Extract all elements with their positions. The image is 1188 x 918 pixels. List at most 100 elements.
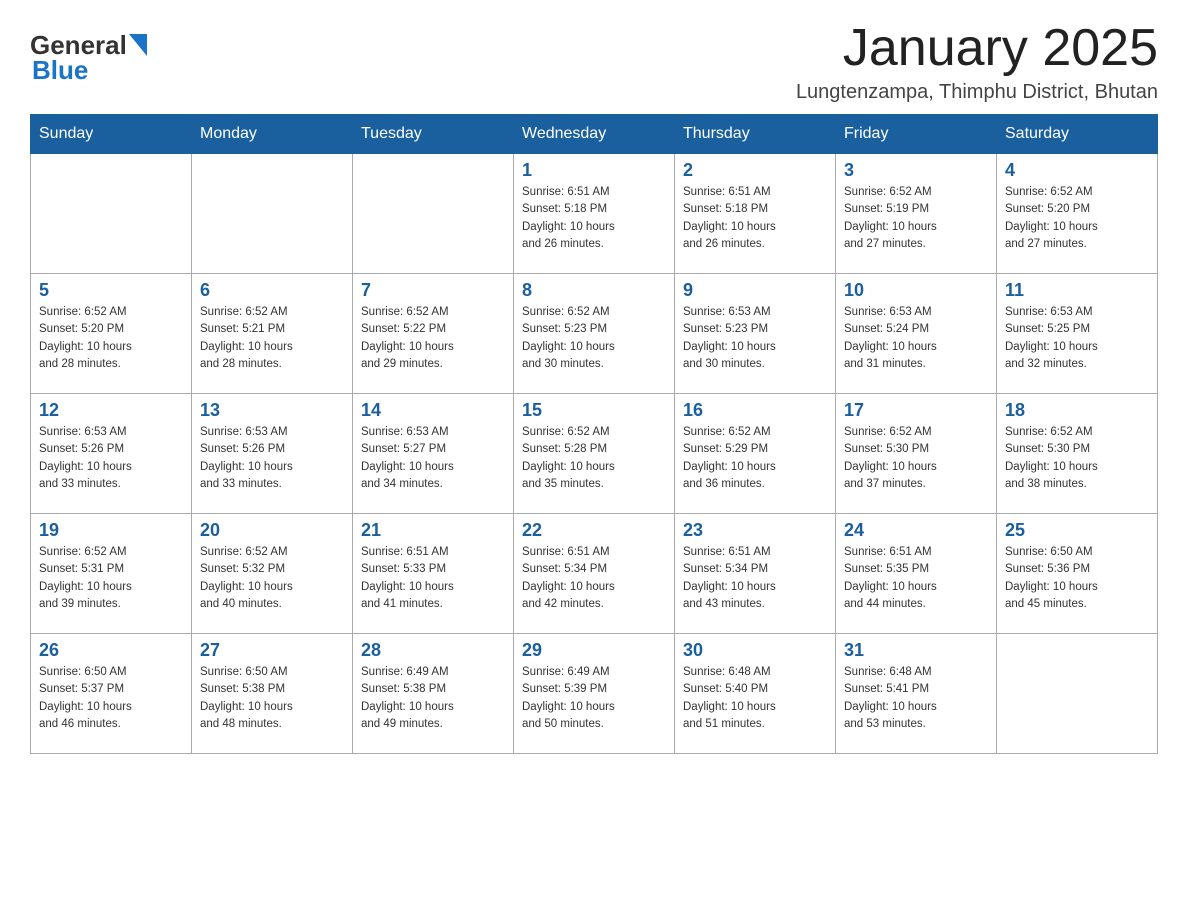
calendar-week-4: 19Sunrise: 6:52 AMSunset: 5:31 PMDayligh…: [31, 514, 1158, 634]
day-info: Sunrise: 6:53 AMSunset: 5:24 PMDaylight:…: [844, 304, 988, 373]
day-info: Sunrise: 6:51 AMSunset: 5:18 PMDaylight:…: [522, 184, 666, 253]
weekday-header-monday: Monday: [192, 115, 353, 154]
calendar-cell: 6Sunrise: 6:52 AMSunset: 5:21 PMDaylight…: [192, 274, 353, 394]
weekday-header-saturday: Saturday: [997, 115, 1158, 154]
calendar-week-2: 5 Sunrise: 6:52 AMSunset: 5:20 PMDaylight…: [31, 274, 1158, 394]
day-number: 3: [844, 160, 988, 181]
day-number: 22: [522, 520, 666, 541]
day-info: Sunrise: 6:52 AMSunset: 5:23 PMDaylight:…: [522, 304, 666, 373]
calendar-cell: [31, 154, 192, 274]
day-info: Sunrise: 6:52 AMSunset: 5:28 PMDaylight:…: [522, 424, 666, 493]
day-info: Sunrise: 6:48 AMSunset: 5:40 PMDaylight:…: [683, 664, 827, 733]
day-info: Sunrise: 6:51 AMSunset: 5:35 PMDaylight:…: [844, 544, 988, 613]
day-number: 18: [1005, 400, 1149, 421]
calendar-cell: 26 Sunrise: 6:50 AMSunset: 5:37 PMDayligh…: [31, 634, 192, 754]
calendar-cell: 9 Sunrise: 6:53 AMSunset: 5:23 PMDaylight…: [675, 274, 836, 394]
calendar-cell: [353, 154, 514, 274]
day-info: Sunrise: 6:51 AMSunset: 5:33 PMDaylight:…: [361, 544, 505, 613]
day-number: 16: [683, 400, 827, 421]
day-number: 30: [683, 640, 827, 661]
calendar-cell: 7 Sunrise: 6:52 AMSunset: 5:22 PMDaylight…: [353, 274, 514, 394]
logo: General Blue: [30, 30, 147, 86]
day-info: Sunrise: 6:49 AMSunset: 5:39 PMDaylight:…: [522, 664, 666, 733]
calendar-cell: 30 Sunrise: 6:48 AMSunset: 5:40 PMDayligh…: [675, 634, 836, 754]
calendar-cell: 22Sunrise: 6:51 AMSunset: 5:34 PMDayligh…: [514, 514, 675, 634]
calendar-week-5: 26 Sunrise: 6:50 AMSunset: 5:37 PMDayligh…: [31, 634, 1158, 754]
day-info: Sunrise: 6:50 AMSunset: 5:38 PMDaylight:…: [200, 664, 344, 733]
calendar-cell: 8 Sunrise: 6:52 AMSunset: 5:23 PMDaylight…: [514, 274, 675, 394]
calendar-week-3: 12 Sunrise: 6:53 AMSunset: 5:26 PMDayligh…: [31, 394, 1158, 514]
day-number: 13: [200, 400, 344, 421]
day-info: Sunrise: 6:53 AMSunset: 5:23 PMDaylight:…: [683, 304, 827, 373]
day-number: 10: [844, 280, 988, 301]
calendar-cell: 25 Sunrise: 6:50 AMSunset: 5:36 PMDayligh…: [997, 514, 1158, 634]
title-section: January 2025 Lungtenzampa, Thimphu Distr…: [796, 20, 1158, 104]
day-number: 28: [361, 640, 505, 661]
calendar-cell: 19Sunrise: 6:52 AMSunset: 5:31 PMDayligh…: [31, 514, 192, 634]
calendar-cell: 27 Sunrise: 6:50 AMSunset: 5:38 PMDayligh…: [192, 634, 353, 754]
day-info: Sunrise: 6:53 AMSunset: 5:26 PMDaylight:…: [39, 424, 183, 493]
day-info: Sunrise: 6:50 AMSunset: 5:37 PMDaylight:…: [39, 664, 183, 733]
weekday-header-wednesday: Wednesday: [514, 115, 675, 154]
calendar-cell: 3 Sunrise: 6:52 AMSunset: 5:19 PMDaylight…: [836, 154, 997, 274]
day-number: 17: [844, 400, 988, 421]
day-info: Sunrise: 6:52 AMSunset: 5:19 PMDaylight:…: [844, 184, 988, 253]
day-info: Sunrise: 6:52 AMSunset: 5:20 PMDaylight:…: [39, 304, 183, 373]
calendar-cell: 23 Sunrise: 6:51 AMSunset: 5:34 PMDayligh…: [675, 514, 836, 634]
weekday-header-sunday: Sunday: [31, 115, 192, 154]
day-info: Sunrise: 6:51 AMSunset: 5:34 PMDaylight:…: [683, 544, 827, 613]
calendar-cell: 28Sunrise: 6:49 AMSunset: 5:38 PMDayligh…: [353, 634, 514, 754]
day-number: 27: [200, 640, 344, 661]
calendar-cell: 2Sunrise: 6:51 AMSunset: 5:18 PMDaylight…: [675, 154, 836, 274]
calendar-cell: 5 Sunrise: 6:52 AMSunset: 5:20 PMDaylight…: [31, 274, 192, 394]
day-number: 12: [39, 400, 183, 421]
day-info: Sunrise: 6:53 AMSunset: 5:27 PMDaylight:…: [361, 424, 505, 493]
calendar-cell: 17 Sunrise: 6:52 AMSunset: 5:30 PMDayligh…: [836, 394, 997, 514]
calendar-cell: 14Sunrise: 6:53 AMSunset: 5:27 PMDayligh…: [353, 394, 514, 514]
day-number: 4: [1005, 160, 1149, 181]
day-number: 9: [683, 280, 827, 301]
calendar-cell: 18Sunrise: 6:52 AMSunset: 5:30 PMDayligh…: [997, 394, 1158, 514]
day-number: 11: [1005, 280, 1149, 301]
logo-triangle-icon: [129, 34, 147, 56]
calendar-body: 1 Sunrise: 6:51 AMSunset: 5:18 PMDaylight…: [31, 154, 1158, 754]
day-number: 25: [1005, 520, 1149, 541]
day-info: Sunrise: 6:52 AMSunset: 5:29 PMDaylight:…: [683, 424, 827, 493]
day-info: Sunrise: 6:52 AMSunset: 5:22 PMDaylight:…: [361, 304, 505, 373]
logo-text-blue: Blue: [32, 55, 88, 86]
day-info: Sunrise: 6:52 AMSunset: 5:30 PMDaylight:…: [844, 424, 988, 493]
calendar-cell: 31Sunrise: 6:48 AMSunset: 5:41 PMDayligh…: [836, 634, 997, 754]
weekday-header-thursday: Thursday: [675, 115, 836, 154]
calendar-cell: 10 Sunrise: 6:53 AMSunset: 5:24 PMDayligh…: [836, 274, 997, 394]
weekday-header-row: SundayMondayTuesdayWednesdayThursdayFrid…: [31, 115, 1158, 154]
day-number: 5: [39, 280, 183, 301]
calendar-cell: 24 Sunrise: 6:51 AMSunset: 5:35 PMDayligh…: [836, 514, 997, 634]
calendar-cell: 21 Sunrise: 6:51 AMSunset: 5:33 PMDayligh…: [353, 514, 514, 634]
day-number: 24: [844, 520, 988, 541]
day-number: 21: [361, 520, 505, 541]
day-info: Sunrise: 6:52 AMSunset: 5:21 PMDaylight:…: [200, 304, 344, 373]
day-number: 15: [522, 400, 666, 421]
calendar-cell: 29Sunrise: 6:49 AMSunset: 5:39 PMDayligh…: [514, 634, 675, 754]
month-title: January 2025: [796, 20, 1158, 77]
day-info: Sunrise: 6:53 AMSunset: 5:25 PMDaylight:…: [1005, 304, 1149, 373]
day-number: 20: [200, 520, 344, 541]
calendar-cell: 12 Sunrise: 6:53 AMSunset: 5:26 PMDayligh…: [31, 394, 192, 514]
page-header: General Blue January 2025 Lungtenzampa, …: [30, 20, 1158, 104]
calendar-cell: 15 Sunrise: 6:52 AMSunset: 5:28 PMDayligh…: [514, 394, 675, 514]
day-number: 26: [39, 640, 183, 661]
calendar-cell: 13Sunrise: 6:53 AMSunset: 5:26 PMDayligh…: [192, 394, 353, 514]
calendar-cell: 16 Sunrise: 6:52 AMSunset: 5:29 PMDayligh…: [675, 394, 836, 514]
day-info: Sunrise: 6:50 AMSunset: 5:36 PMDaylight:…: [1005, 544, 1149, 613]
calendar-week-1: 1 Sunrise: 6:51 AMSunset: 5:18 PMDaylight…: [31, 154, 1158, 274]
day-number: 7: [361, 280, 505, 301]
day-number: 23: [683, 520, 827, 541]
calendar-cell: 11 Sunrise: 6:53 AMSunset: 5:25 PMDayligh…: [997, 274, 1158, 394]
day-number: 31: [844, 640, 988, 661]
calendar-table: SundayMondayTuesdayWednesdayThursdayFrid…: [30, 114, 1158, 754]
calendar-cell: 4Sunrise: 6:52 AMSunset: 5:20 PMDaylight…: [997, 154, 1158, 274]
day-number: 1: [522, 160, 666, 181]
day-number: 8: [522, 280, 666, 301]
calendar-cell: [192, 154, 353, 274]
day-info: Sunrise: 6:52 AMSunset: 5:32 PMDaylight:…: [200, 544, 344, 613]
